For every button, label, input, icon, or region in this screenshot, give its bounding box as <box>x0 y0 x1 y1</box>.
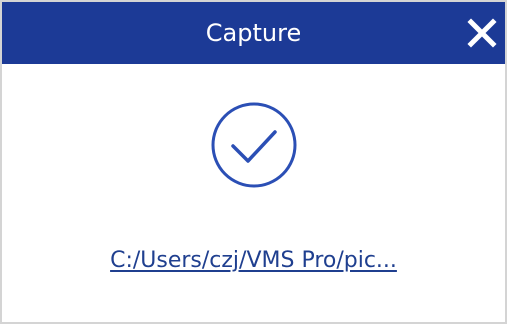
capture-dialog: Capture C:/Users/czj/VMS Pro/pic... <box>0 0 507 324</box>
dialog-title: Capture <box>205 19 302 47</box>
dialog-body: C:/Users/czj/VMS Pro/pic... <box>2 64 505 322</box>
title-bar: Capture <box>2 2 505 64</box>
check-circle-icon <box>209 100 299 190</box>
close-icon <box>467 18 497 48</box>
close-button[interactable] <box>465 16 499 50</box>
file-path-link[interactable]: C:/Users/czj/VMS Pro/pic... <box>2 248 505 273</box>
